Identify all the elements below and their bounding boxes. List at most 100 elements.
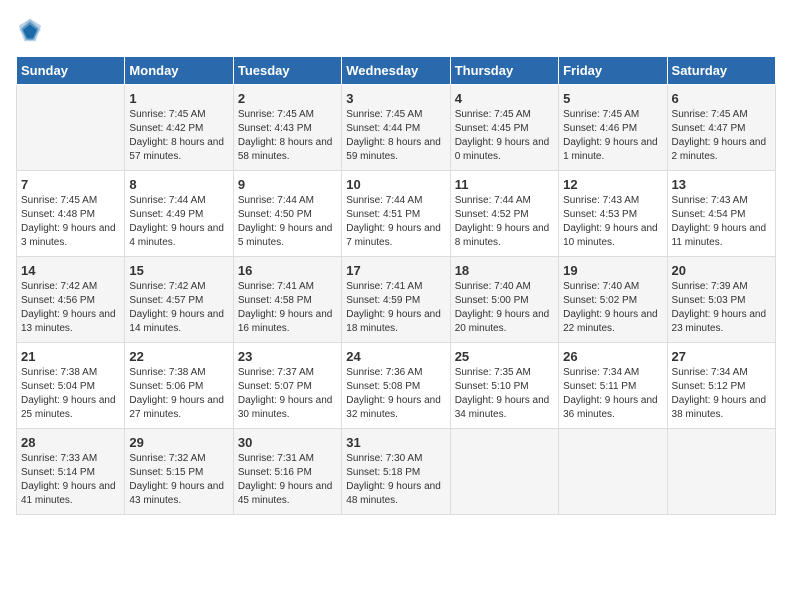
day-info: Sunrise: 7:37 AM Sunset: 5:07 PM Dayligh… xyxy=(238,366,337,422)
calendar-cell: 4Sunrise: 7:45 AM Sunset: 4:45 PM Daylig… xyxy=(450,85,558,171)
logo xyxy=(16,16,48,44)
day-number: 1 xyxy=(129,91,228,106)
day-info: Sunrise: 7:44 AM Sunset: 4:50 PM Dayligh… xyxy=(238,194,337,250)
day-info: Sunrise: 7:45 AM Sunset: 4:47 PM Dayligh… xyxy=(672,108,771,164)
day-info: Sunrise: 7:41 AM Sunset: 4:59 PM Dayligh… xyxy=(346,280,445,336)
day-number: 26 xyxy=(563,349,662,364)
calendar-cell: 22 Sunrise: 7:38 AM Sunset: 5:06 PM Dayli… xyxy=(125,343,233,429)
day-number: 5 xyxy=(563,91,662,106)
day-number: 14 xyxy=(21,263,120,278)
day-number: 17 xyxy=(346,263,445,278)
week-row-3: 14Sunrise: 7:42 AM Sunset: 4:56 PM Dayli… xyxy=(17,257,776,343)
day-info: Sunrise: 7:34 AM Sunset: 5:11 PM Dayligh… xyxy=(563,366,662,422)
day-info: Sunrise: 7:44 AM Sunset: 4:51 PM Dayligh… xyxy=(346,194,445,250)
day-number: 4 xyxy=(455,91,554,106)
day-number: 9 xyxy=(238,177,337,192)
calendar-cell: 24 Sunrise: 7:36 AM Sunset: 5:08 PM Dayli… xyxy=(342,343,450,429)
day-number: 30 xyxy=(238,435,337,450)
calendar-cell: 31Sunrise: 7:30 AM Sunset: 5:18 PM Dayli… xyxy=(342,429,450,515)
calendar-cell: 25 Sunrise: 7:35 AM Sunset: 5:10 PM Dayli… xyxy=(450,343,558,429)
day-header-saturday: Saturday xyxy=(667,57,775,85)
day-info: Sunrise: 7:31 AM Sunset: 5:16 PM Dayligh… xyxy=(238,452,337,508)
calendar-cell: 13 Sunrise: 7:43 AM Sunset: 4:54 PM Dayli… xyxy=(667,171,775,257)
day-header-wednesday: Wednesday xyxy=(342,57,450,85)
header xyxy=(16,16,776,44)
day-info: Sunrise: 7:32 AM Sunset: 5:15 PM Dayligh… xyxy=(129,452,228,508)
calendar-cell: 1 Sunrise: 7:45 AM Sunset: 4:42 PM Daylig… xyxy=(125,85,233,171)
week-row-2: 7 Sunrise: 7:45 AM Sunset: 4:48 PM Daylig… xyxy=(17,171,776,257)
day-number: 2 xyxy=(238,91,337,106)
days-header-row: SundayMondayTuesdayWednesdayThursdayFrid… xyxy=(17,57,776,85)
day-number: 11 xyxy=(455,177,554,192)
calendar-cell: 5 Sunrise: 7:45 AM Sunset: 4:46 PM Daylig… xyxy=(559,85,667,171)
day-header-friday: Friday xyxy=(559,57,667,85)
logo-icon xyxy=(16,16,44,44)
calendar-cell xyxy=(17,85,125,171)
week-row-5: 28Sunrise: 7:33 AM Sunset: 5:14 PM Dayli… xyxy=(17,429,776,515)
day-info: Sunrise: 7:40 AM Sunset: 5:00 PM Dayligh… xyxy=(455,280,554,336)
calendar-cell: 30 Sunrise: 7:31 AM Sunset: 5:16 PM Dayli… xyxy=(233,429,341,515)
day-info: Sunrise: 7:43 AM Sunset: 4:54 PM Dayligh… xyxy=(672,194,771,250)
day-header-thursday: Thursday xyxy=(450,57,558,85)
day-number: 29 xyxy=(129,435,228,450)
calendar-cell: 12 Sunrise: 7:43 AM Sunset: 4:53 PM Dayli… xyxy=(559,171,667,257)
day-number: 21 xyxy=(21,349,120,364)
day-info: Sunrise: 7:42 AM Sunset: 4:57 PM Dayligh… xyxy=(129,280,228,336)
week-row-4: 21 Sunrise: 7:38 AM Sunset: 5:04 PM Dayli… xyxy=(17,343,776,429)
calendar-cell: 6 Sunrise: 7:45 AM Sunset: 4:47 PM Daylig… xyxy=(667,85,775,171)
day-number: 24 xyxy=(346,349,445,364)
calendar-cell: 3 Sunrise: 7:45 AM Sunset: 4:44 PM Daylig… xyxy=(342,85,450,171)
calendar-cell: 17 Sunrise: 7:41 AM Sunset: 4:59 PM Dayli… xyxy=(342,257,450,343)
calendar-cell: 23 Sunrise: 7:37 AM Sunset: 5:07 PM Dayli… xyxy=(233,343,341,429)
day-number: 27 xyxy=(672,349,771,364)
day-info: Sunrise: 7:35 AM Sunset: 5:10 PM Dayligh… xyxy=(455,366,554,422)
calendar-cell: 20 Sunrise: 7:39 AM Sunset: 5:03 PM Dayli… xyxy=(667,257,775,343)
day-number: 15 xyxy=(129,263,228,278)
day-info: Sunrise: 7:38 AM Sunset: 5:04 PM Dayligh… xyxy=(21,366,120,422)
day-header-monday: Monday xyxy=(125,57,233,85)
calendar-cell xyxy=(667,429,775,515)
calendar-cell xyxy=(450,429,558,515)
day-info: Sunrise: 7:39 AM Sunset: 5:03 PM Dayligh… xyxy=(672,280,771,336)
calendar-cell: 28Sunrise: 7:33 AM Sunset: 5:14 PM Dayli… xyxy=(17,429,125,515)
week-row-1: 1 Sunrise: 7:45 AM Sunset: 4:42 PM Daylig… xyxy=(17,85,776,171)
day-info: Sunrise: 7:33 AM Sunset: 5:14 PM Dayligh… xyxy=(21,452,120,508)
day-info: Sunrise: 7:38 AM Sunset: 5:06 PM Dayligh… xyxy=(129,366,228,422)
day-number: 13 xyxy=(672,177,771,192)
calendar-cell: 7 Sunrise: 7:45 AM Sunset: 4:48 PM Daylig… xyxy=(17,171,125,257)
calendar-cell: 9 Sunrise: 7:44 AM Sunset: 4:50 PM Daylig… xyxy=(233,171,341,257)
calendar-cell xyxy=(559,429,667,515)
day-info: Sunrise: 7:40 AM Sunset: 5:02 PM Dayligh… xyxy=(563,280,662,336)
day-number: 12 xyxy=(563,177,662,192)
day-info: Sunrise: 7:36 AM Sunset: 5:08 PM Dayligh… xyxy=(346,366,445,422)
calendar-table: SundayMondayTuesdayWednesdayThursdayFrid… xyxy=(16,56,776,515)
calendar-cell: 16Sunrise: 7:41 AM Sunset: 4:58 PM Dayli… xyxy=(233,257,341,343)
day-number: 7 xyxy=(21,177,120,192)
day-header-sunday: Sunday xyxy=(17,57,125,85)
day-number: 25 xyxy=(455,349,554,364)
day-number: 20 xyxy=(672,263,771,278)
day-info: Sunrise: 7:45 AM Sunset: 4:46 PM Dayligh… xyxy=(563,108,662,164)
day-number: 23 xyxy=(238,349,337,364)
day-number: 6 xyxy=(672,91,771,106)
day-info: Sunrise: 7:34 AM Sunset: 5:12 PM Dayligh… xyxy=(672,366,771,422)
calendar-cell: 11Sunrise: 7:44 AM Sunset: 4:52 PM Dayli… xyxy=(450,171,558,257)
calendar-cell: 15 Sunrise: 7:42 AM Sunset: 4:57 PM Dayli… xyxy=(125,257,233,343)
calendar-cell: 8 Sunrise: 7:44 AM Sunset: 4:49 PM Daylig… xyxy=(125,171,233,257)
day-number: 22 xyxy=(129,349,228,364)
calendar-cell: 19Sunrise: 7:40 AM Sunset: 5:02 PM Dayli… xyxy=(559,257,667,343)
calendar-cell: 18Sunrise: 7:40 AM Sunset: 5:00 PM Dayli… xyxy=(450,257,558,343)
day-number: 3 xyxy=(346,91,445,106)
calendar-cell: 27 Sunrise: 7:34 AM Sunset: 5:12 PM Dayli… xyxy=(667,343,775,429)
day-info: Sunrise: 7:45 AM Sunset: 4:42 PM Dayligh… xyxy=(129,108,228,164)
day-info: Sunrise: 7:44 AM Sunset: 4:49 PM Dayligh… xyxy=(129,194,228,250)
day-number: 16 xyxy=(238,263,337,278)
day-info: Sunrise: 7:45 AM Sunset: 4:48 PM Dayligh… xyxy=(21,194,120,250)
calendar-cell: 14Sunrise: 7:42 AM Sunset: 4:56 PM Dayli… xyxy=(17,257,125,343)
calendar-cell: 10 Sunrise: 7:44 AM Sunset: 4:51 PM Dayli… xyxy=(342,171,450,257)
day-info: Sunrise: 7:45 AM Sunset: 4:44 PM Dayligh… xyxy=(346,108,445,164)
day-info: Sunrise: 7:43 AM Sunset: 4:53 PM Dayligh… xyxy=(563,194,662,250)
day-info: Sunrise: 7:30 AM Sunset: 5:18 PM Dayligh… xyxy=(346,452,445,508)
day-number: 8 xyxy=(129,177,228,192)
day-number: 10 xyxy=(346,177,445,192)
